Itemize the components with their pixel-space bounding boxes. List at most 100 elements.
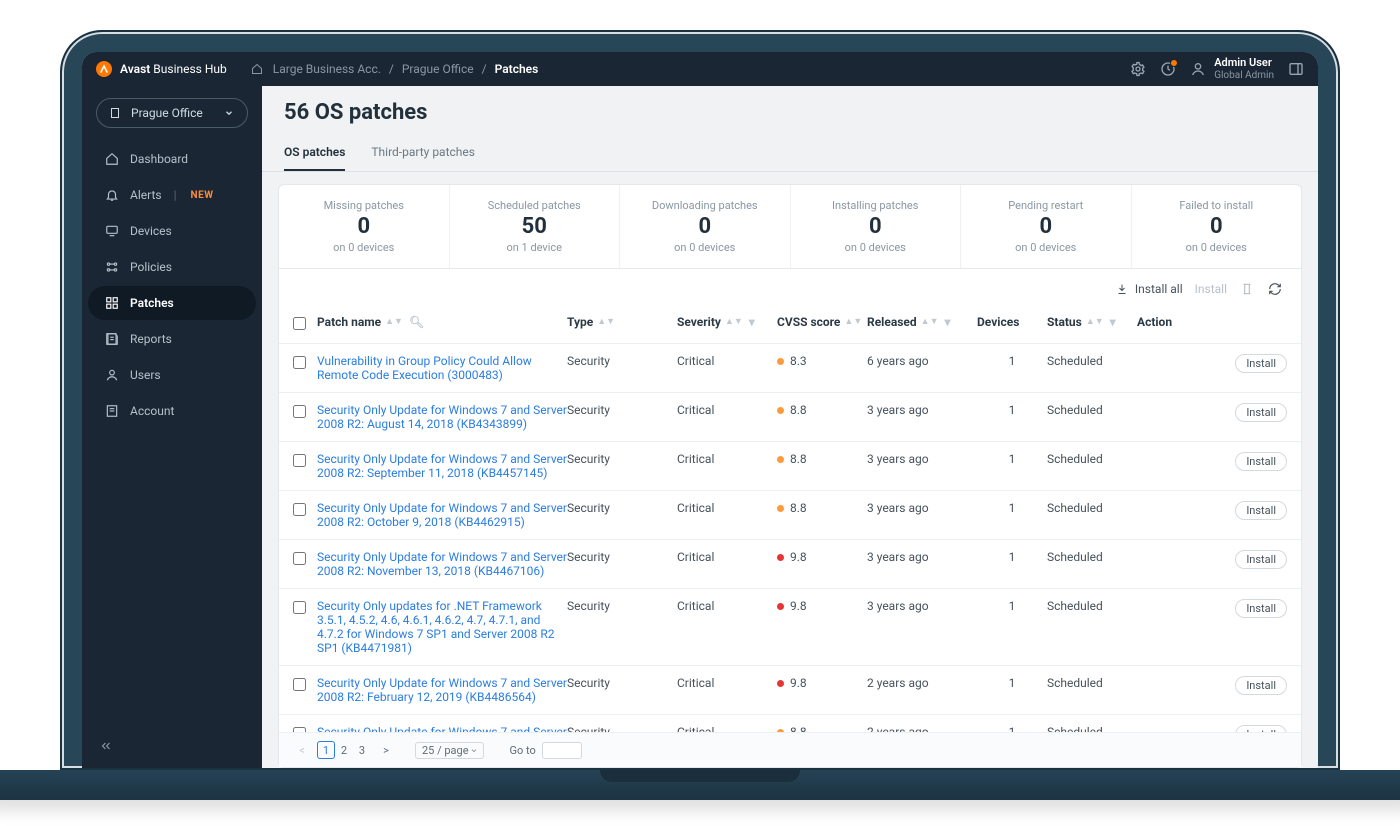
patch-status: Scheduled (1047, 725, 1137, 732)
panel-icon[interactable] (1288, 61, 1304, 77)
row-checkbox[interactable] (293, 356, 306, 369)
patch-name-link[interactable]: Security Only Update for Windows 7 and S… (317, 452, 567, 480)
stat-sub: on 0 devices (626, 241, 784, 254)
patch-released: 6 years ago (867, 354, 977, 368)
columns-icon[interactable] (1239, 281, 1255, 297)
row-install-button[interactable]: Install (1235, 354, 1287, 373)
gear-icon[interactable] (1130, 61, 1146, 77)
page-next[interactable]: > (377, 741, 395, 759)
sidebar-item-label: Users (130, 368, 161, 382)
col-severity[interactable]: Severity (677, 315, 721, 329)
stat-sub: on 0 devices (285, 241, 443, 254)
patch-devices: 1 (977, 550, 1047, 564)
stat-card[interactable]: Missing patches0on 0 devices (279, 185, 450, 268)
breadcrumb-office[interactable]: Prague Office (402, 62, 474, 76)
stat-card[interactable]: Scheduled patches50on 1 device (450, 185, 621, 268)
stat-label: Pending restart (967, 199, 1125, 212)
sidebar-collapse[interactable] (82, 726, 262, 768)
col-cvss[interactable]: CVSS score (777, 315, 840, 329)
patch-name-link[interactable]: Security Only Update for Windows 7 and S… (317, 403, 567, 431)
sidebar-item-alerts[interactable]: Alerts|NEW (88, 178, 256, 212)
col-name[interactable]: Patch name (317, 315, 381, 329)
sort-icon[interactable]: ▲▼ (725, 319, 743, 325)
brand: Avast Business Hub (96, 61, 227, 77)
avast-logo-icon (96, 61, 112, 77)
patch-devices: 1 (977, 354, 1047, 368)
search-icon[interactable]: 🔍︎ (409, 315, 424, 329)
patch-name-link[interactable]: Security Only Update for Windows 7 and S… (317, 550, 567, 578)
filter-icon[interactable]: ▾ (944, 315, 950, 329)
cvss-dot (777, 358, 784, 365)
select-all-checkbox[interactable] (293, 317, 306, 330)
stat-card[interactable]: Pending restart0on 0 devices (961, 185, 1132, 268)
stat-label: Missing patches (285, 199, 443, 212)
patch-type: Security (567, 550, 677, 564)
col-released[interactable]: Released (867, 315, 917, 329)
page-number[interactable]: 2 (335, 741, 353, 759)
filter-icon[interactable]: ▾ (749, 315, 755, 329)
stat-card[interactable]: Installing patches0on 0 devices (791, 185, 962, 268)
stat-value: 0 (797, 214, 955, 239)
row-install-button[interactable]: Install (1235, 501, 1287, 520)
sidebar-item-patches[interactable]: Patches (88, 286, 256, 320)
patch-name-link[interactable]: Vulnerability in Group Policy Could Allo… (317, 354, 532, 382)
notifications-icon[interactable] (1160, 61, 1176, 77)
row-install-button[interactable]: Install (1235, 725, 1287, 732)
row-install-button[interactable]: Install (1235, 599, 1287, 618)
row-checkbox[interactable] (293, 405, 306, 418)
home-icon[interactable] (249, 61, 265, 77)
patch-name-link[interactable]: Security Only updates for .NET Framework… (317, 599, 555, 655)
goto-input[interactable] (542, 742, 582, 759)
sidebar-item-reports[interactable]: Reports (88, 322, 256, 356)
col-type[interactable]: Type (567, 315, 593, 329)
sort-icon[interactable]: ▲▼ (1086, 319, 1104, 325)
row-checkbox[interactable] (293, 503, 306, 516)
patch-released: 3 years ago (867, 501, 977, 515)
sidebar-item-dashboard[interactable]: Dashboard (88, 142, 256, 176)
sort-icon[interactable]: ▲▼ (921, 319, 939, 325)
refresh-icon[interactable] (1267, 281, 1283, 297)
user-menu[interactable]: Admin UserGlobal Admin (1190, 57, 1274, 80)
stat-card[interactable]: Failed to install0on 0 devices (1132, 185, 1302, 268)
sidebar-item-users[interactable]: Users (88, 358, 256, 392)
row-checkbox[interactable] (293, 454, 306, 467)
filter-icon[interactable]: ▾ (1110, 315, 1116, 329)
row-checkbox[interactable] (293, 552, 306, 565)
page-number[interactable]: 3 (353, 741, 371, 759)
notification-dot (1170, 59, 1178, 67)
patch-severity: Critical (677, 599, 777, 613)
patch-name-link[interactable]: Security Only Update for Windows 7 and S… (317, 676, 567, 704)
patch-cvss: 8.8 (777, 452, 867, 466)
tab-third-party-patches[interactable]: Third-party patches (371, 135, 475, 171)
install-all-button[interactable]: Install all (1114, 281, 1183, 297)
table-row: Security Only Update for Windows 7 and S… (279, 714, 1301, 732)
page-number[interactable]: 1 (317, 741, 335, 759)
cvss-dot (777, 554, 784, 561)
col-status[interactable]: Status (1047, 315, 1082, 329)
col-devices[interactable]: Devices (977, 315, 1019, 329)
row-install-button[interactable]: Install (1235, 452, 1287, 471)
sidebar-item-label: Reports (130, 332, 172, 346)
row-checkbox[interactable] (293, 678, 306, 691)
sidebar-item-policies[interactable]: Policies (88, 250, 256, 284)
breadcrumb-account[interactable]: Large Business Acc. (273, 62, 381, 76)
row-checkbox[interactable] (293, 601, 306, 614)
sort-icon[interactable]: ▲▼ (597, 319, 615, 325)
patch-name-link[interactable]: Security Only Update for Windows 7 and S… (317, 501, 567, 529)
page-size-select[interactable]: 25 / page (415, 742, 484, 759)
sidebar-item-account[interactable]: Account (88, 394, 256, 428)
row-install-button[interactable]: Install (1235, 403, 1287, 422)
row-install-button[interactable]: Install (1235, 676, 1287, 695)
sidebar-item-devices[interactable]: Devices (88, 214, 256, 248)
location-selector[interactable]: Prague Office (96, 98, 248, 128)
patch-severity: Critical (677, 550, 777, 564)
patch-severity: Critical (677, 676, 777, 690)
patch-name-link[interactable]: Security Only Update for Windows 7 and S… (317, 725, 567, 732)
stat-card[interactable]: Downloading patches0on 0 devices (620, 185, 791, 268)
sort-icon[interactable]: ▲▼ (385, 319, 403, 325)
table-row: Security Only updates for .NET Framework… (279, 588, 1301, 665)
tab-os-patches[interactable]: OS patches (284, 135, 345, 171)
sort-icon[interactable]: ▲▼ (844, 319, 862, 325)
stat-sub: on 0 devices (967, 241, 1125, 254)
row-install-button[interactable]: Install (1235, 550, 1287, 569)
